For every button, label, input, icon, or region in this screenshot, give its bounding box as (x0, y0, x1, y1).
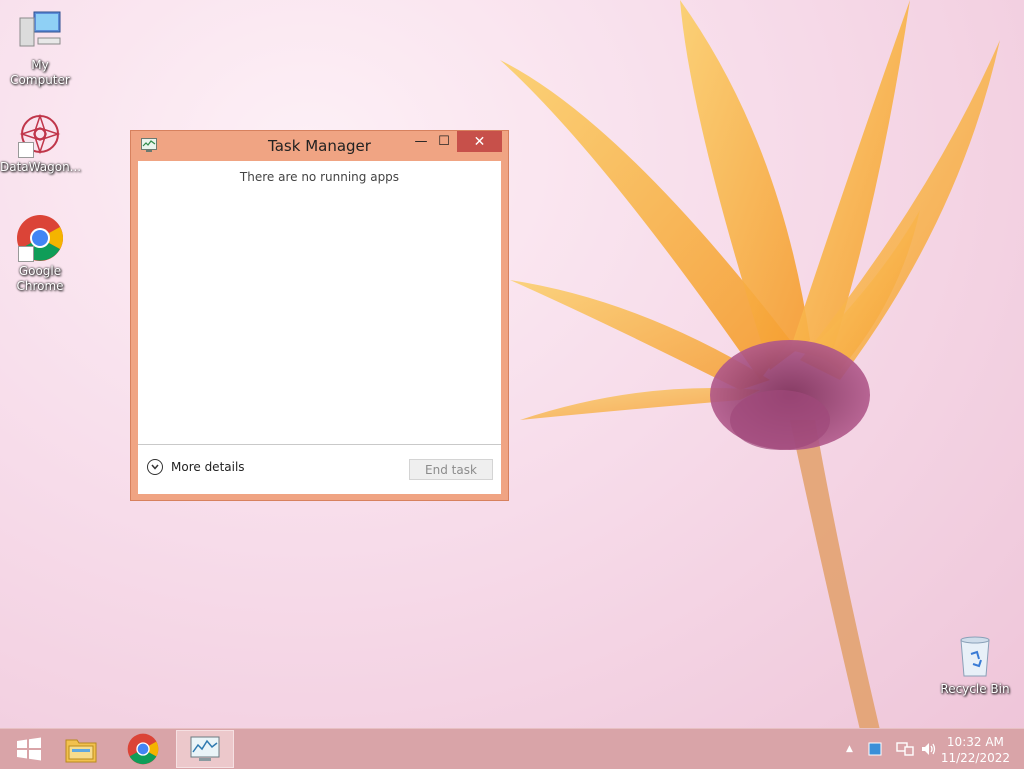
more-details-toggle[interactable]: More details (147, 459, 245, 475)
taskbar-task-manager[interactable] (176, 730, 234, 768)
taskbar: ▲ 10:32 AM 11/22/2022 (0, 728, 1024, 769)
clock-date: 11/22/2022 (940, 751, 1010, 765)
start-icon (17, 737, 41, 761)
tray-volume-button[interactable] (920, 729, 938, 769)
chrome-icon (16, 214, 64, 262)
shortcut-arrow-icon (18, 246, 34, 262)
clock[interactable]: 10:32 AM 11/22/2022 (941, 734, 1010, 766)
desktop-icon-datawagon[interactable]: DataWagon... (0, 110, 82, 175)
app-list: There are no running apps More details E… (138, 161, 501, 494)
desktop-icon-recycle-bin[interactable]: Recycle Bin (935, 632, 1015, 697)
desktop-icon-label: Recycle Bin (940, 682, 1010, 696)
computer-icon (16, 8, 64, 56)
desktop-icon-label: DataWagon... (0, 160, 82, 174)
speaker-icon (922, 743, 936, 755)
chrome-icon (127, 733, 159, 765)
title-bar[interactable]: Task Manager — ☐ ✕ (131, 131, 508, 161)
minimize-icon: — (414, 134, 428, 149)
taskbar-file-explorer[interactable] (52, 730, 110, 768)
task-manager-window[interactable]: Task Manager — ☐ ✕ There are no running … (130, 130, 509, 501)
shortcut-arrow-icon (18, 142, 34, 158)
close-icon: ✕ (473, 133, 486, 150)
close-button[interactable]: ✕ (457, 131, 502, 152)
maximize-icon: ☐ (438, 134, 450, 149)
tray-network-button[interactable] (896, 729, 914, 769)
start-button[interactable] (0, 730, 58, 768)
chevron-up-icon: ▲ (846, 744, 853, 754)
network-icon (896, 742, 914, 756)
datawagon-icon (16, 110, 64, 158)
window-footer: More details End task (138, 444, 501, 494)
chevron-down-icon (147, 459, 163, 475)
file-explorer-icon (65, 739, 97, 763)
maximize-button[interactable]: ☐ (430, 131, 458, 152)
tray-overflow-button[interactable]: ▲ (846, 729, 853, 769)
tray-flag-button[interactable] (868, 729, 882, 769)
desktop-icon-label: Google Chrome (16, 264, 64, 293)
recycle-bin-icon (951, 632, 999, 680)
clock-time: 10:32 AM (946, 735, 1004, 749)
desktop-icon-label: My Computer (10, 58, 70, 87)
end-task-button[interactable]: End task (409, 459, 493, 480)
action-center-icon (868, 742, 882, 756)
more-details-label: More details (171, 460, 245, 474)
empty-message: There are no running apps (239, 170, 400, 184)
desktop-icon-google-chrome[interactable]: Google Chrome (0, 214, 80, 294)
desktop-icon-my-computer[interactable]: My Computer (0, 8, 80, 88)
taskbar-chrome[interactable] (114, 730, 172, 768)
task-manager-icon (190, 736, 220, 761)
